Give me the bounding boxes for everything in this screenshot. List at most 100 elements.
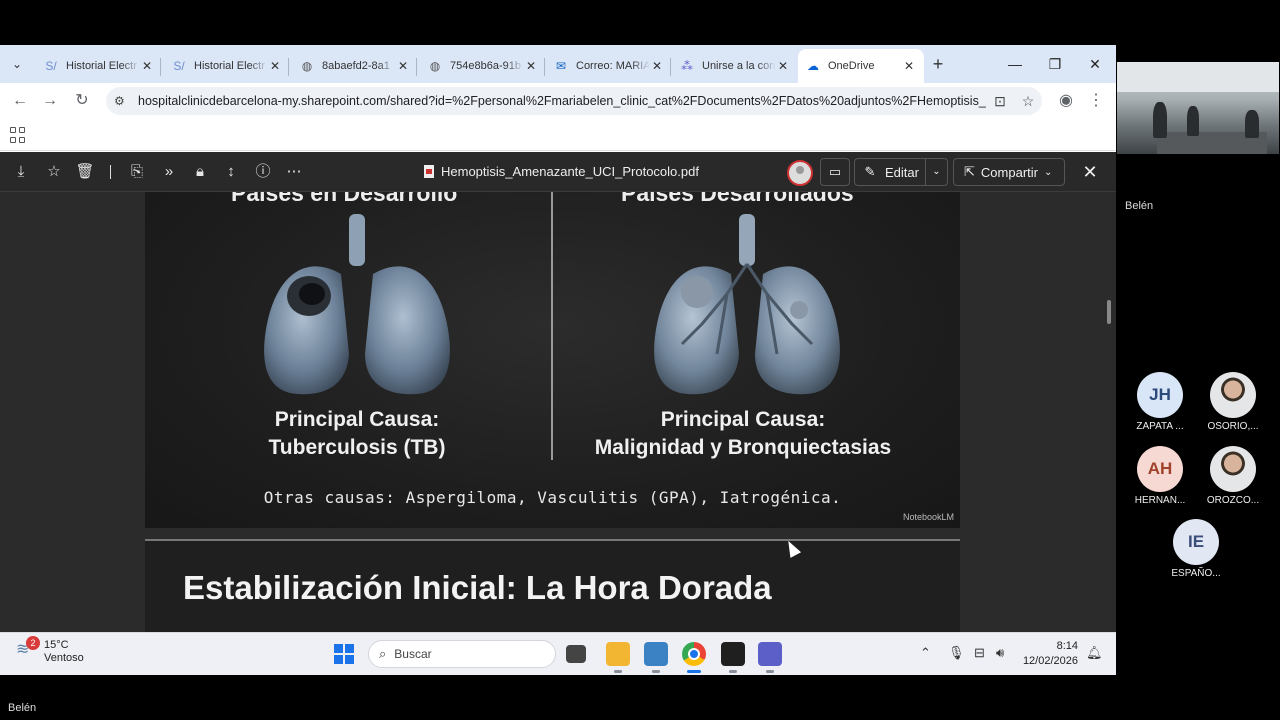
close-icon[interactable]: ✕ <box>776 59 790 73</box>
edit-button[interactable]: ✎ Editar ⌄ <box>854 158 948 186</box>
tab-historial-2[interactable]: S/ Historial Electr ✕ <box>164 49 290 83</box>
tab-8abaefd2[interactable]: ◍ 8abaefd2-8a1 ✕ <box>292 49 418 83</box>
info-icon[interactable]: ⓘ <box>252 161 274 183</box>
address-toolbar: ← → ↻ ⚙ hospitalclinicdebarcelona-my.sha… <box>0 83 1116 119</box>
slide-stabilization: Estabilización Inicial: La Hora Dorada <box>145 539 960 632</box>
share-icon: ⇱ <box>964 164 975 179</box>
clock[interactable]: 8:14 12/02/2026 <box>1020 639 1078 669</box>
bookmark-star-icon[interactable]: ☆ <box>1014 93 1042 110</box>
document-title: Hemoptisis_Amenazante_UCI_Protocolo.pdf <box>424 164 699 179</box>
weather-widget[interactable]: ≋ 2 15°C Ventoso <box>16 636 84 665</box>
close-icon[interactable]: ✕ <box>140 59 154 73</box>
participant-tile[interactable]: OROZCO... <box>1198 446 1268 506</box>
right-column-header: Países Desarrollados <box>621 192 854 206</box>
search-icon: ⌕ <box>379 646 387 661</box>
slide-title: Estabilización Inicial: La Hora Dorada <box>183 569 772 606</box>
menu-kebab-icon[interactable]: ⋮ <box>1084 89 1108 113</box>
weather-description: Ventoso <box>44 652 84 664</box>
close-icon[interactable]: ✕ <box>902 59 916 73</box>
tab-teams-join[interactable]: ⁂ Unirse a la con ✕ <box>672 49 798 83</box>
tab-separator <box>544 58 545 76</box>
tab-search-chevron-icon[interactable]: ⌄ <box>6 53 28 75</box>
minimize-icon[interactable]: — <box>1000 51 1030 77</box>
wind-icon: ≋ 2 <box>16 636 40 661</box>
taskbar-search[interactable]: ⌕ Buscar <box>368 640 556 668</box>
participant-tile[interactable]: AH HERNAN... <box>1125 446 1195 506</box>
pdf-pages[interactable]: Países en Desarrollo Países Desarrollado… <box>0 192 1116 632</box>
close-viewer-icon[interactable]: ✕ <box>1078 160 1102 184</box>
video-person <box>1153 102 1167 138</box>
windows-start-icon[interactable] <box>334 644 354 664</box>
outlook-icon: ✉ <box>555 59 567 73</box>
apps-grid-icon[interactable] <box>10 127 26 143</box>
back-icon[interactable]: ← <box>8 89 32 113</box>
notifications-icon[interactable]: 🔔︎ <box>1086 645 1103 661</box>
slide-causes: Países en Desarrollo Países Desarrollado… <box>145 192 960 528</box>
share-label: Compartir <box>980 164 1038 180</box>
left-cause: Principal Causa: Tuberculosis (TB) <box>157 406 557 462</box>
tab-754e8b6a[interactable]: ◍ 754e8b6a-91b ✕ <box>420 49 546 83</box>
file-explorer-icon[interactable] <box>606 642 630 673</box>
participant-name: OROZCO... <box>1206 495 1260 506</box>
chevron-down-icon[interactable]: ⌄ <box>925 159 947 185</box>
microphone-icon[interactable]: 🎙︎ <box>948 645 965 661</box>
close-window-icon[interactable]: ✕ <box>1080 51 1110 77</box>
more-options-icon[interactable]: ⋯ <box>283 161 305 183</box>
close-icon[interactable]: ✕ <box>268 59 282 73</box>
right-cause-value: Malignidad y Bronquiectasias <box>594 436 892 459</box>
volume-icon[interactable]: 🔊︎ <box>996 645 1004 661</box>
participant-tile[interactable]: JH ZAPATA ... <box>1125 372 1195 432</box>
tab-onedrive[interactable]: ☁ OneDrive ✕ <box>798 49 924 83</box>
teams-icon: ⁂ <box>681 59 693 73</box>
teams-icon[interactable] <box>758 642 782 673</box>
chevron-up-icon[interactable]: ⌃ <box>920 645 931 661</box>
participant-tile[interactable]: IE ESPAÑO... <box>1161 519 1231 579</box>
close-icon[interactable]: ✕ <box>396 59 410 73</box>
share-button[interactable]: ⇱ Compartir ⌄ <box>953 158 1065 186</box>
install-app-icon[interactable]: ⊡ <box>986 93 1014 110</box>
tab-historial-1[interactable]: S/ Historial Electr ✕ <box>36 49 162 83</box>
profile-icon[interactable]: ◉ <box>1054 89 1078 113</box>
address-bar[interactable]: ⚙ hospitalclinicdebarcelona-my.sharepoin… <box>106 87 1042 115</box>
app-icon[interactable] <box>721 642 745 673</box>
time: 8:14 <box>1056 640 1078 652</box>
url-text[interactable]: hospitalclinicdebarcelona-my.sharepoint.… <box>134 94 986 108</box>
comment-button[interactable]: ▭ <box>820 158 850 186</box>
network-icon[interactable]: ⊟ <box>974 645 985 661</box>
delete-icon[interactable]: 🗑 <box>74 161 96 183</box>
chrome-icon[interactable] <box>682 642 706 673</box>
other-causes-text: Otras causas: Aspergiloma, Vasculitis (G… <box>263 488 842 507</box>
tuberculosis-lungs-illustration <box>264 214 450 395</box>
participant-avatar: JH <box>1137 372 1183 418</box>
download-icon[interactable]: ⤓ <box>10 161 32 183</box>
site-info-icon[interactable]: ⚙ <box>114 94 134 108</box>
fit-page-icon[interactable]: ↕ <box>220 161 242 183</box>
restore-icon[interactable]: ❐ <box>1040 51 1070 77</box>
participant-name: OSORIO,... <box>1207 421 1259 432</box>
bookmarks-bar <box>0 119 1116 151</box>
close-icon[interactable]: ✕ <box>524 59 538 73</box>
copy-link-icon[interactable]: ⎘ <box>126 161 148 183</box>
forward-icon[interactable]: → <box>38 89 62 113</box>
participant-tile[interactable]: OSORIO,... <box>1198 372 1268 432</box>
task-view-icon[interactable] <box>566 645 586 663</box>
reload-icon[interactable]: ↻ <box>70 89 94 113</box>
pdf-file-icon <box>424 165 434 178</box>
tab-label: 8abaefd2-8a1 <box>322 60 390 72</box>
lock-icon[interactable]: 🔒︎ <box>189 161 211 183</box>
participant-avatar: AH <box>1137 446 1183 492</box>
app-icon[interactable] <box>644 642 668 673</box>
move-to-icon[interactable]: » <box>158 161 180 183</box>
tab-separator <box>288 58 289 76</box>
right-cause: Principal Causa: Malignidad y Bronquiect… <box>543 406 943 462</box>
presenter-name: Belén <box>8 702 37 714</box>
tab-separator <box>416 58 417 76</box>
close-icon[interactable]: ✕ <box>650 59 664 73</box>
sharepoint-icon: S/ <box>45 59 57 73</box>
new-tab-icon[interactable]: + <box>928 53 948 75</box>
favorite-star-icon[interactable]: ☆ <box>43 161 65 183</box>
participant-name: HERNAN... <box>1134 495 1186 506</box>
tab-correo[interactable]: ✉ Correo: MARIA ✕ <box>546 49 672 83</box>
user-avatar[interactable] <box>787 160 813 186</box>
scrollbar-thumb[interactable] <box>1107 300 1111 324</box>
